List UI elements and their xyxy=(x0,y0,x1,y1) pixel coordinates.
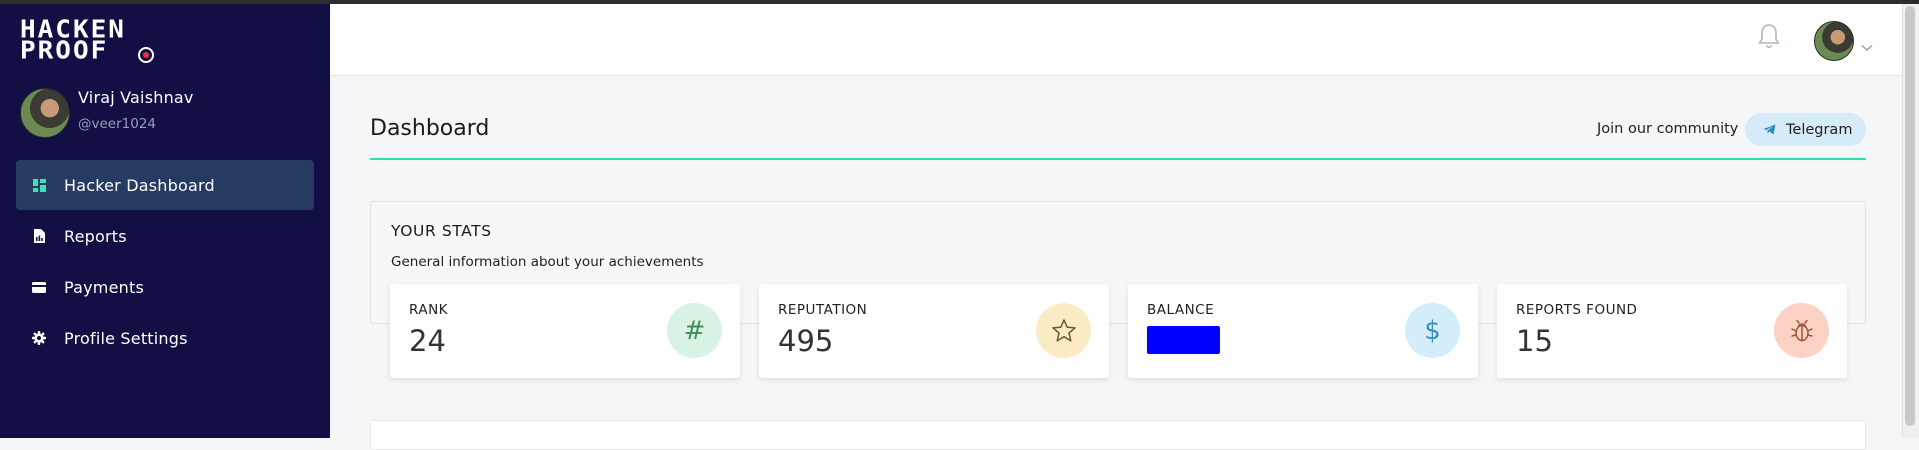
community-label: Join our community xyxy=(1597,121,1739,137)
next-section-panel xyxy=(370,420,1866,450)
stat-card-label: RANK xyxy=(409,302,449,318)
sidebar-item-payments[interactable]: Payments xyxy=(16,262,314,312)
user-name: Viraj Vaishnav xyxy=(78,88,194,107)
stat-card-label: REPUTATION xyxy=(778,302,868,318)
scrollbar-thumb[interactable] xyxy=(1905,6,1915,426)
avatar[interactable] xyxy=(20,88,70,138)
user-profile: Viraj Vaishnav @veer1024 xyxy=(20,88,320,138)
redacted-balance-value xyxy=(1147,326,1220,354)
chevron-down-icon[interactable] xyxy=(1861,37,1873,52)
page-title: Dashboard xyxy=(370,116,490,141)
stat-card-label: BALANCE xyxy=(1147,302,1215,318)
telegram-icon xyxy=(1763,124,1776,135)
sidebar-item-hacker-dashboard[interactable]: Hacker Dashboard xyxy=(16,160,314,210)
star-icon xyxy=(1036,303,1091,358)
stat-card-reputation: REPUTATION 495 xyxy=(759,284,1109,378)
sidebar-nav: Hacker Dashboard Reports Payments Profil… xyxy=(16,160,314,364)
dashboard-icon xyxy=(32,178,46,192)
credit-card-icon xyxy=(32,280,46,294)
stat-card-label: REPORTS FOUND xyxy=(1516,302,1638,318)
stat-card-reports-found: REPORTS FOUND 15 xyxy=(1497,284,1847,378)
header-avatar[interactable] xyxy=(1814,21,1854,61)
top-header xyxy=(330,4,1902,76)
stat-card-value: 24 xyxy=(409,324,446,358)
dollar-icon: $ xyxy=(1405,303,1460,358)
sidebar-item-label: Profile Settings xyxy=(64,328,188,348)
stat-card-value: 15 xyxy=(1516,324,1553,358)
bug-icon xyxy=(1774,303,1829,358)
hackenproof-logo[interactable]: HACKEN PROOF xyxy=(20,18,160,66)
stat-card-rank: RANK 24 # xyxy=(390,284,740,378)
stats-subtitle: General information about your achieveme… xyxy=(391,254,704,270)
sidebar-item-label: Hacker Dashboard xyxy=(64,175,215,195)
stat-card-balance: BALANCE $ xyxy=(1128,284,1478,378)
stat-card-value: 495 xyxy=(778,324,834,358)
sidebar-item-label: Reports xyxy=(64,226,127,246)
sidebar-item-profile-settings[interactable]: Profile Settings xyxy=(16,313,314,363)
bell-icon[interactable] xyxy=(1756,22,1782,52)
gear-icon xyxy=(32,331,46,345)
hash-icon: # xyxy=(667,303,722,358)
title-divider xyxy=(370,158,1866,160)
logo-dot-icon xyxy=(138,47,154,63)
telegram-button[interactable]: Telegram xyxy=(1745,113,1866,146)
sidebar: HACKEN PROOF Viraj Vaishnav @veer1024 Ha… xyxy=(0,4,330,438)
sidebar-item-label: Payments xyxy=(64,277,144,297)
stats-title: YOUR STATS xyxy=(391,222,492,240)
report-file-icon xyxy=(32,229,46,243)
user-handle: @veer1024 xyxy=(78,116,157,132)
telegram-label: Telegram xyxy=(1786,121,1853,138)
sidebar-item-reports[interactable]: Reports xyxy=(16,211,314,261)
